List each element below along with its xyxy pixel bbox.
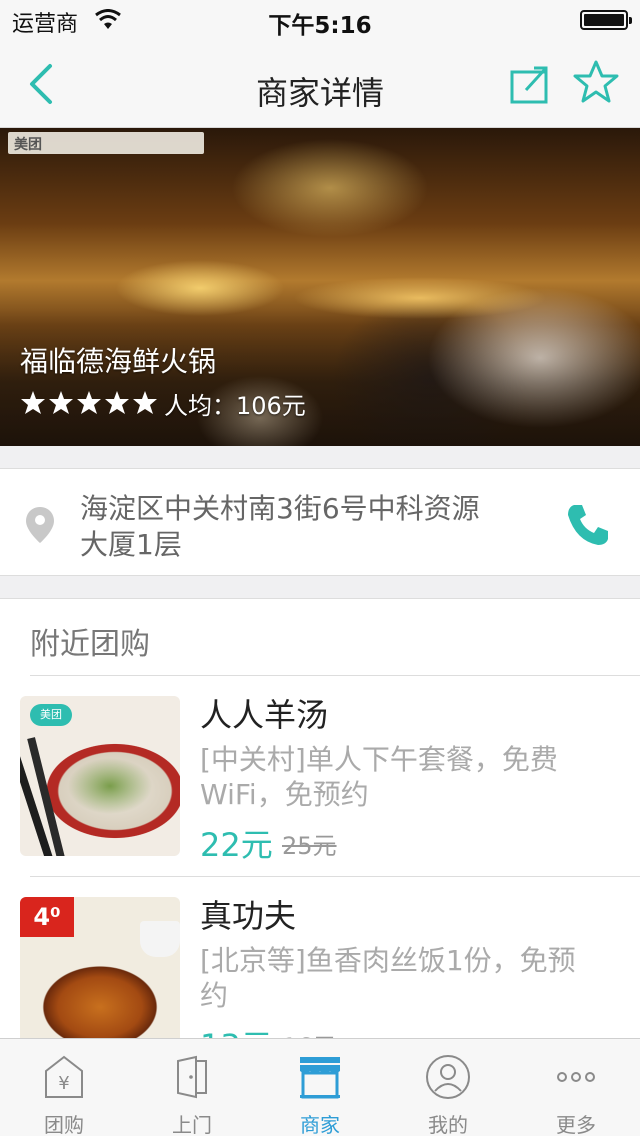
tab-profile[interactable]: 我的: [384, 1039, 512, 1136]
phone-icon[interactable]: [566, 501, 610, 547]
svg-text:¥: ¥: [58, 1073, 69, 1094]
deal-title: 真功夫: [200, 897, 297, 935]
address-row[interactable]: 海淀区中关村南3街6号中科资源大厦1层: [0, 468, 640, 576]
star-icon: [105, 391, 129, 414]
watermark-logo: 美团: [8, 132, 204, 154]
favorite-star-icon[interactable]: [572, 58, 620, 106]
status-bar: 运营商 下午5:16: [0, 0, 640, 40]
tab-label: 商家: [300, 1113, 340, 1136]
deal-thumbnail: 美团: [20, 696, 180, 856]
deal-title: 人人羊汤: [200, 696, 329, 734]
deal-original-price: 25元: [282, 832, 337, 860]
share-icon[interactable]: [508, 62, 552, 106]
tab-group-buy[interactable]: ¥ 团购: [0, 1039, 128, 1136]
nearby-deals-section: 附近团购 美团 人人羊汤 [中关村]单人下午套餐，免费WiFi，免预约 22元 …: [0, 598, 640, 1038]
deal-item[interactable]: 4⁰ 真功夫 [北京等]鱼香肉丝饭1份，免预约 13元 16元: [0, 877, 640, 1038]
tab-merchant[interactable]: 商家: [256, 1039, 384, 1136]
deal-description: [北京等]鱼香肉丝饭1份，免预约: [200, 944, 576, 1012]
tab-label: 更多: [556, 1113, 596, 1136]
address-text: 海淀区中关村南3街6号中科资源大厦1层: [80, 492, 480, 561]
deal-original-price: 16元: [282, 1027, 337, 1038]
tab-door[interactable]: 上门: [128, 1039, 256, 1136]
tab-label: 上门: [172, 1113, 212, 1136]
merchant-hero-image[interactable]: 美团 福临德海鲜火锅 人均：106元: [0, 128, 640, 446]
group-buy-icon: ¥: [45, 1055, 83, 1098]
deal-price: 22元: [200, 826, 273, 864]
profile-icon: [426, 1055, 470, 1099]
deal-item[interactable]: 美团 人人羊汤 [中关村]单人下午套餐，免费WiFi，免预约 22元 25元: [0, 676, 640, 876]
section-header: 附近团购: [30, 627, 150, 662]
merchant-rating: 人均：106元: [20, 388, 306, 420]
location-pin-icon: [26, 507, 54, 543]
merchant-name: 福临德海鲜火锅: [20, 345, 217, 378]
tab-label: 我的: [428, 1113, 468, 1136]
door-icon: [177, 1055, 207, 1099]
deal-description: [中关村]单人下午套餐，免费WiFi，免预约: [200, 743, 558, 811]
star-icon: [133, 391, 157, 414]
deal-thumbnail: 4⁰: [20, 897, 180, 1038]
tab-bar: ¥ 团购 上门 商家 我的 更多: [0, 1038, 640, 1136]
clock: 下午5:16: [268, 13, 372, 39]
star-icon: [49, 391, 73, 414]
average-price: 人均：106元: [164, 391, 306, 420]
storefront-icon: [300, 1057, 340, 1099]
tab-more[interactable]: 更多: [512, 1039, 640, 1136]
deal-price: 13元: [200, 1021, 273, 1038]
star-icon: [21, 391, 45, 414]
battery-icon: [580, 10, 632, 30]
deal-badge: 4⁰: [20, 897, 74, 937]
star-icon: [77, 391, 101, 414]
navigation-bar: 商家详情: [0, 40, 640, 128]
tab-label: 团购: [44, 1113, 84, 1136]
more-dots-icon: [557, 1072, 595, 1082]
